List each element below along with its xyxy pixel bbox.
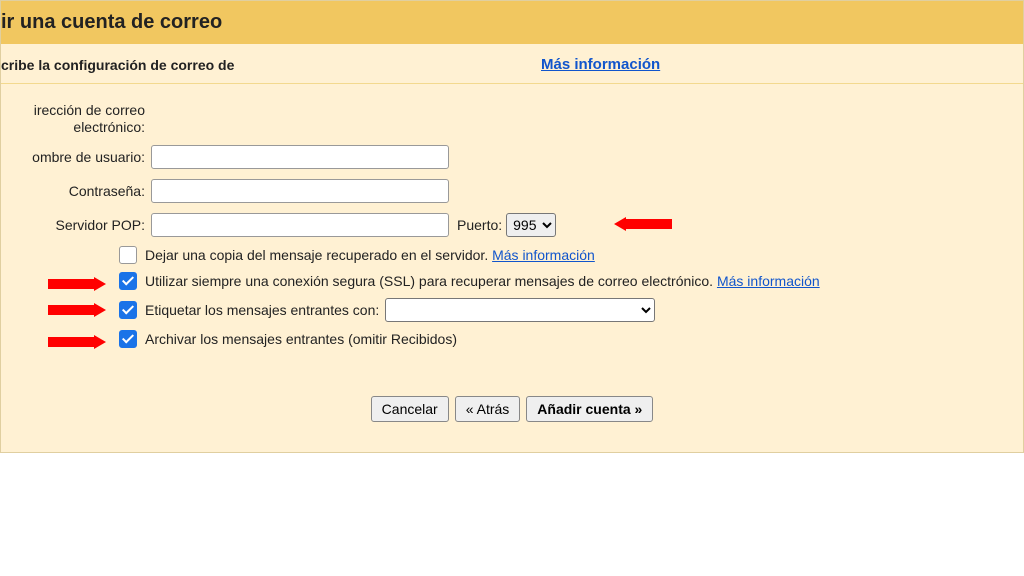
row-ssl: Utilizar siempre una conexión segura (SS…	[1, 272, 1023, 290]
username-input[interactable]	[151, 145, 449, 169]
row-pop: Servidor POP: Puerto: 995	[1, 212, 1023, 238]
row-archive: Archivar los mensajes entrantes (omitir …	[1, 330, 1023, 348]
annotation-arrow-icon	[48, 277, 106, 291]
add-account-button[interactable]: Añadir cuenta »	[526, 396, 653, 422]
pop-server-input[interactable]	[151, 213, 449, 237]
dialog-subtitle-row: cribe la configuración de correo de Más …	[1, 44, 1023, 84]
add-mail-account-dialog: ir una cuenta de correo cribe la configu…	[0, 0, 1024, 453]
port-select[interactable]: 995	[506, 213, 556, 237]
label-password: Contraseña:	[1, 183, 151, 199]
label-port: Puerto:	[457, 217, 502, 233]
label-messages-label: Etiquetar los mensajes entrantes con:	[145, 302, 379, 318]
cancel-button[interactable]: Cancelar	[371, 396, 449, 422]
row-email: irección de correo electrónico:	[1, 102, 1023, 136]
archive-label: Archivar los mensajes entrantes (omitir …	[145, 331, 457, 347]
archive-checkbox[interactable]	[119, 330, 137, 348]
button-row: Cancelar « Atrás Añadir cuenta »	[1, 396, 1023, 422]
annotation-arrow-icon	[614, 217, 672, 231]
row-username: ombre de usuario:	[1, 144, 1023, 170]
label-messages-select[interactable]	[385, 298, 655, 322]
label-email: irección de correo electrónico:	[1, 102, 151, 136]
label-username: ombre de usuario:	[1, 149, 151, 165]
row-leave-copy: Dejar una copia del mensaje recuperado e…	[1, 246, 1023, 264]
leave-copy-label: Dejar una copia del mensaje recuperado e…	[145, 247, 595, 263]
leave-copy-more-info-link[interactable]: Más información	[492, 247, 595, 263]
back-button[interactable]: « Atrás	[455, 396, 521, 422]
ssl-label: Utilizar siempre una conexión segura (SS…	[145, 273, 820, 289]
annotation-arrow-icon	[48, 335, 106, 349]
row-password: Contraseña:	[1, 178, 1023, 204]
more-info-link-top[interactable]: Más información	[541, 56, 660, 73]
label-pop: Servidor POP:	[1, 217, 151, 233]
leave-copy-checkbox[interactable]	[119, 246, 137, 264]
dialog-title: ir una cuenta de correo	[1, 1, 1023, 44]
form-area: irección de correo electrónico: ombre de…	[1, 84, 1023, 452]
dialog-subtitle: cribe la configuración de correo de	[1, 57, 541, 73]
row-label-messages: Etiquetar los mensajes entrantes con:	[1, 298, 1023, 322]
ssl-checkbox[interactable]	[119, 272, 137, 290]
ssl-more-info-link[interactable]: Más información	[717, 273, 820, 289]
label-messages-checkbox[interactable]	[119, 301, 137, 319]
password-input[interactable]	[151, 179, 449, 203]
annotation-arrow-icon	[48, 303, 106, 317]
